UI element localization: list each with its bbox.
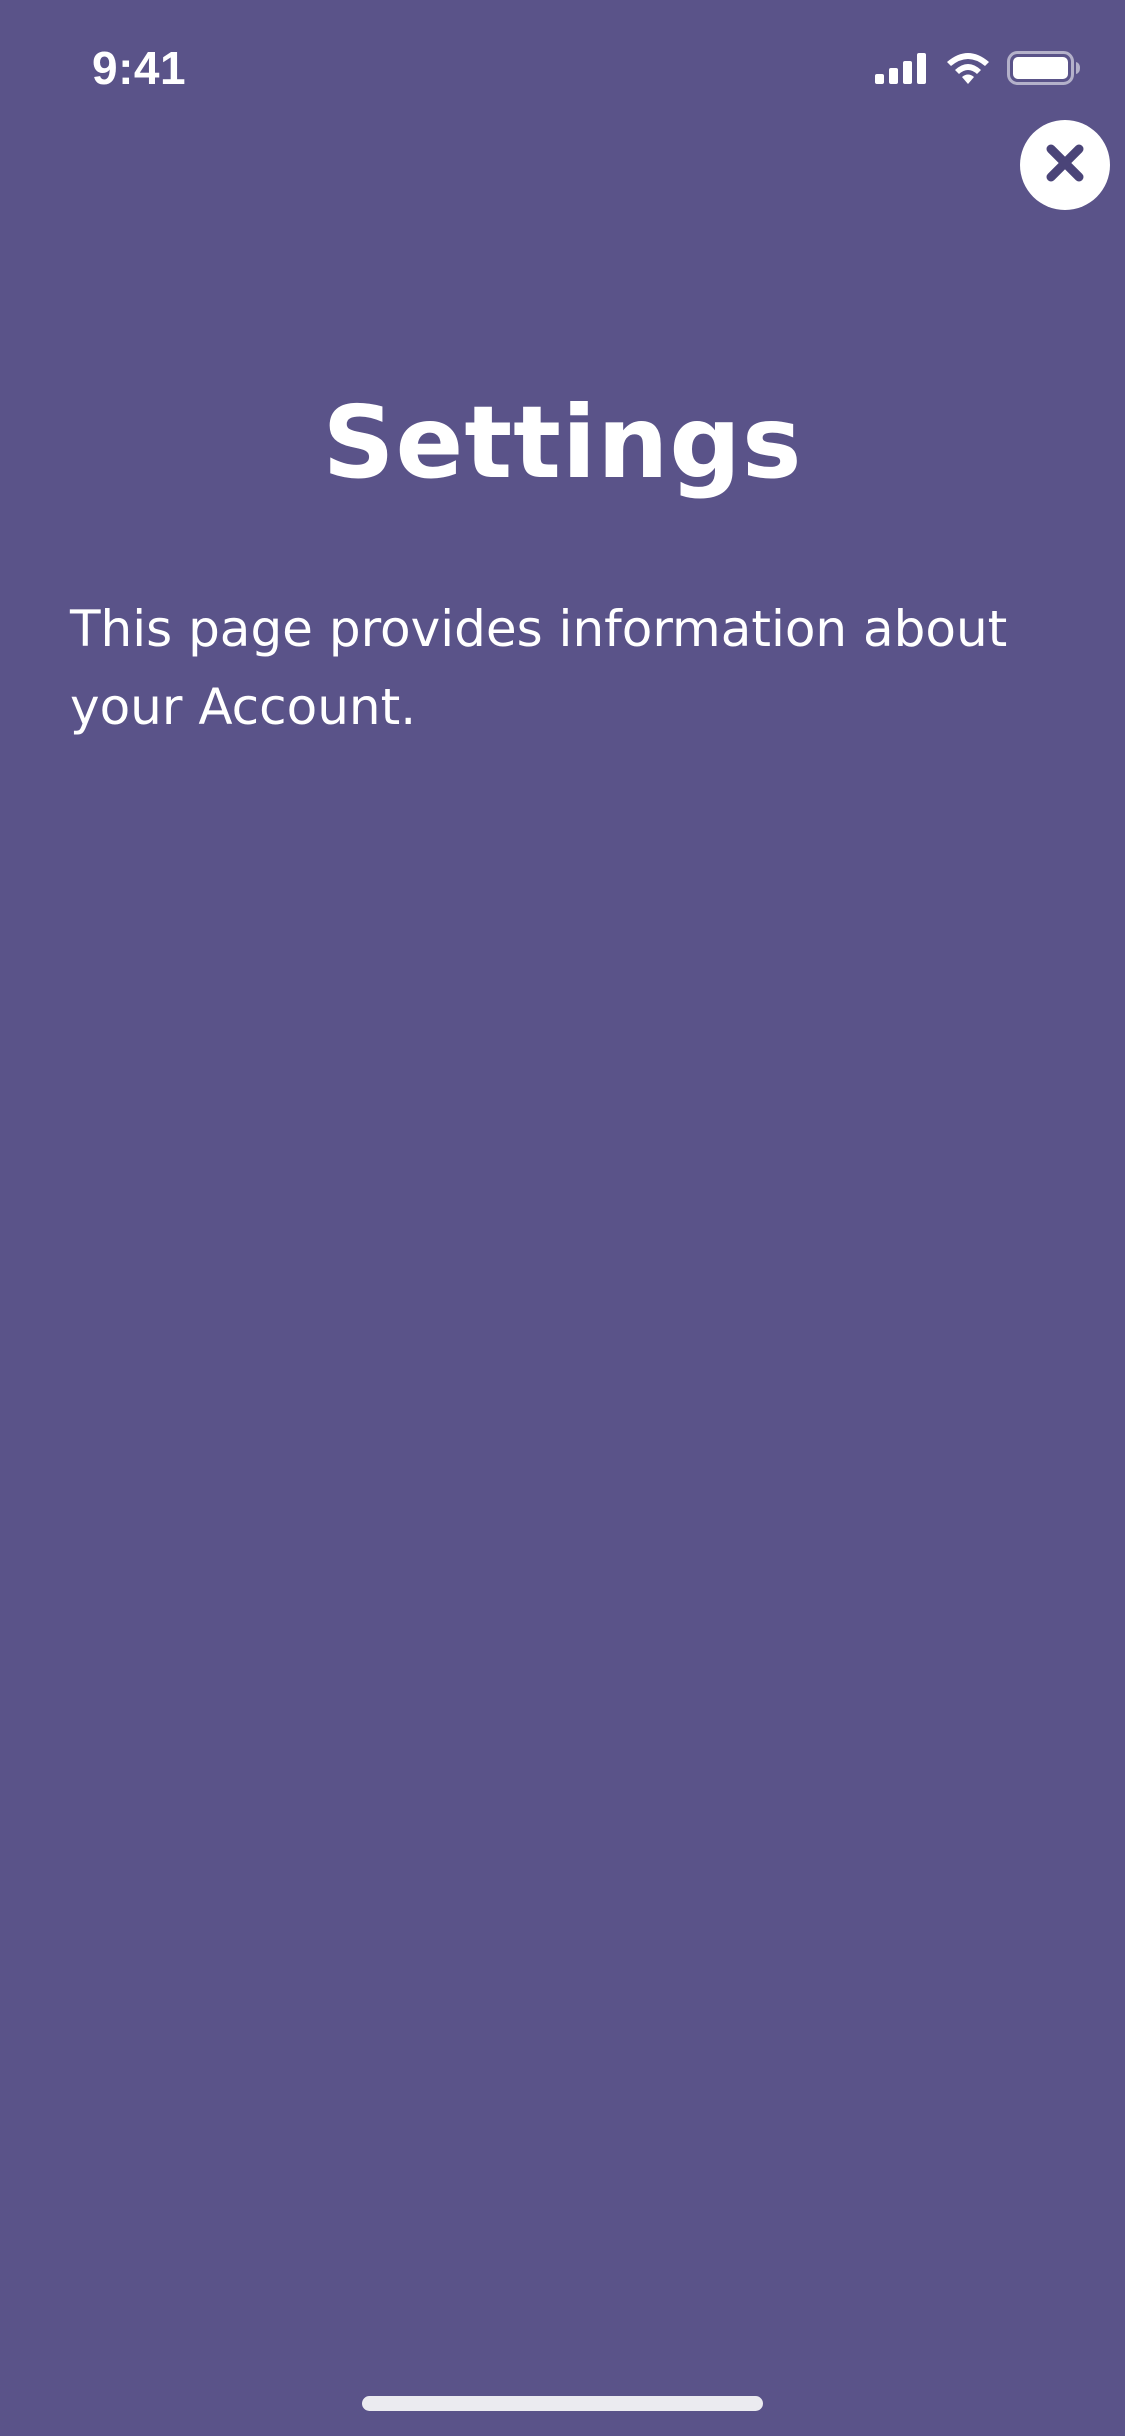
status-icons [875, 48, 1081, 92]
battery-icon [1007, 51, 1081, 89]
close-icon [1045, 143, 1085, 187]
page-title: Settings [322, 384, 803, 501]
page-description: This page provides information about you… [70, 600, 1008, 736]
cellular-signal-icon [875, 52, 929, 88]
status-time: 9:41 [92, 42, 187, 94]
settings-screen: 9:41 Settings This page provides informa… [0, 0, 1125, 2436]
home-indicator[interactable] [362, 2396, 763, 2411]
wifi-icon [945, 51, 991, 89]
status-bar: 9:41 [0, 0, 1125, 132]
close-button[interactable] [1020, 120, 1110, 210]
